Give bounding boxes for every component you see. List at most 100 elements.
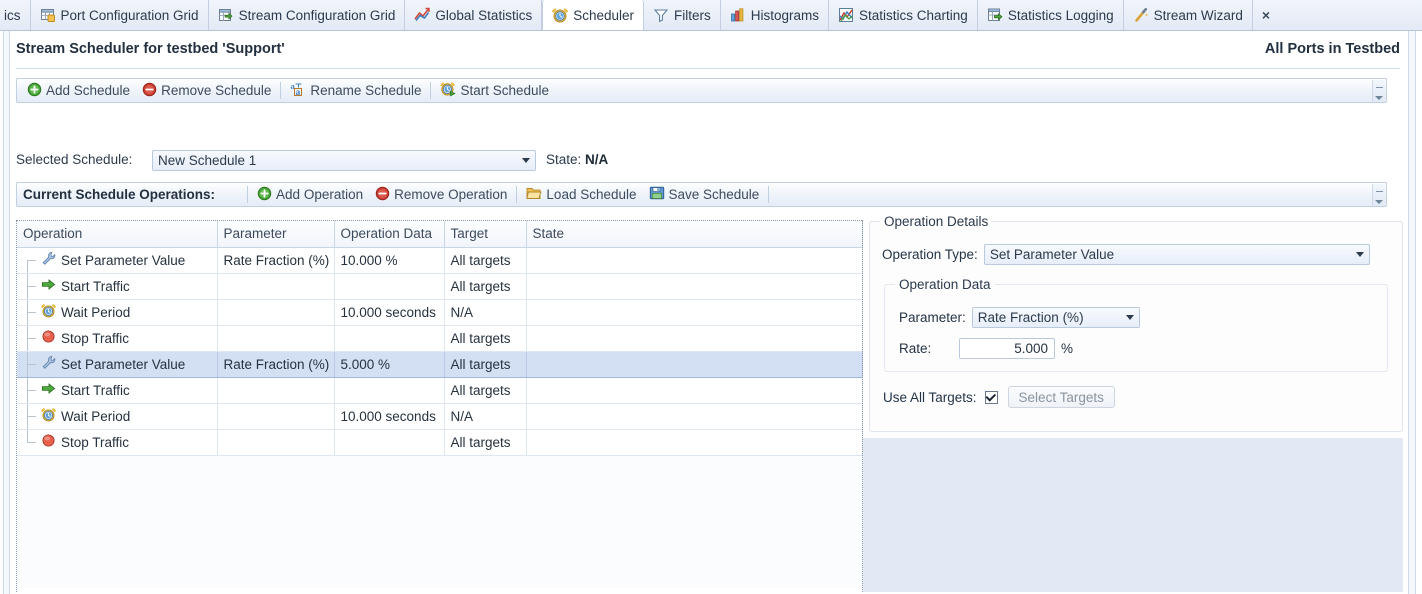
tab-port-configuration-grid[interactable]: Port Configuration Grid <box>31 0 209 30</box>
cell-operation-data[interactable] <box>334 429 445 456</box>
cell-parameter[interactable] <box>217 403 335 430</box>
cell-state[interactable] <box>526 325 863 352</box>
grid-empty-area[interactable] <box>17 455 862 588</box>
tab-label: Scheduler <box>573 7 634 23</box>
cell-state[interactable] <box>526 299 863 326</box>
cell-parameter[interactable] <box>217 377 335 404</box>
remove-operation-button[interactable]: Remove Operation <box>369 184 513 205</box>
tab-partial-statistics[interactable]: ics <box>0 0 31 30</box>
tab-stream-wizard[interactable]: Stream Wizard <box>1124 0 1253 30</box>
cell-operation[interactable]: Wait Period <box>17 299 218 326</box>
chevron-down-icon[interactable] <box>517 158 535 163</box>
plus-circle-green-icon <box>27 82 42 100</box>
cell-target[interactable]: All targets <box>444 350 527 378</box>
cell-operation[interactable]: Start Traffic <box>17 377 218 404</box>
cell-operation-data[interactable]: 5.000 % <box>334 350 445 378</box>
start-schedule-button[interactable]: Start Schedule <box>434 80 555 101</box>
add-operation-button[interactable]: Add Operation <box>251 184 369 205</box>
operation-type-label: Operation Type: <box>882 247 978 262</box>
cell-parameter[interactable] <box>217 429 335 456</box>
cell-operation[interactable]: Start Traffic <box>17 273 218 300</box>
cell-state[interactable] <box>526 273 863 300</box>
schedule-toolbar-overflow-button[interactable] <box>1372 80 1385 102</box>
tab-label: ics <box>4 7 21 23</box>
operation-type-combobox[interactable]: Set Parameter Value <box>983 244 1370 265</box>
cell-state[interactable] <box>526 247 863 274</box>
cell-operation[interactable]: Set Parameter Value <box>17 350 218 378</box>
cell-target[interactable]: All targets <box>444 325 527 352</box>
page-subtitle: All Ports in Testbed <box>1264 41 1400 57</box>
red-circle-icon <box>41 433 56 451</box>
cell-parameter[interactable] <box>217 325 335 352</box>
tab-stream-configuration-grid[interactable]: Stream Configuration Grid <box>209 0 406 30</box>
cell-parameter[interactable] <box>217 299 335 326</box>
table-row-selected[interactable]: Set Parameter Value Rate Fraction (%) 5.… <box>17 350 863 378</box>
tree-elbow <box>27 377 41 402</box>
tab-global-statistics[interactable]: Global Statistics <box>405 0 543 30</box>
cell-operation-data[interactable] <box>334 273 445 300</box>
cell-operation[interactable]: Stop Traffic <box>17 325 218 352</box>
table-row[interactable]: Wait Period 10.000 seconds N/A <box>17 403 863 430</box>
operations-grid[interactable]: Operation Parameter Operation Data Targe… <box>16 220 863 592</box>
cell-state[interactable] <box>526 377 863 404</box>
wrench-icon <box>41 355 56 373</box>
schedule-state-value: N/A <box>585 152 609 167</box>
rate-row: Rate: 5.000 % <box>899 338 1073 359</box>
cell-parameter[interactable]: Rate Fraction (%) <box>217 247 335 274</box>
column-header-target[interactable]: Target <box>444 221 527 248</box>
cell-operation[interactable]: Wait Period <box>17 403 218 430</box>
table-row[interactable]: Start Traffic All targets <box>17 377 863 404</box>
remove-schedule-button[interactable]: Remove Schedule <box>136 80 277 101</box>
selected-schedule-combobox[interactable]: New Schedule 1 <box>152 150 536 171</box>
table-row[interactable]: Wait Period 10.000 seconds N/A <box>17 299 863 326</box>
cell-operation-data[interactable] <box>334 377 445 404</box>
cell-operation-data[interactable]: 10.000 seconds <box>334 299 445 326</box>
tab-filters[interactable]: Filters <box>644 0 721 30</box>
cell-parameter[interactable]: Rate Fraction (%) <box>217 350 335 378</box>
log-icon <box>987 7 1003 23</box>
cell-state[interactable] <box>526 403 863 430</box>
select-targets-button[interactable]: Select Targets <box>1007 386 1115 408</box>
table-row[interactable]: Start Traffic All targets <box>17 273 863 300</box>
cell-target[interactable]: All targets <box>444 247 527 274</box>
cell-operation-data[interactable] <box>334 325 445 352</box>
operations-toolbar-overflow-button[interactable] <box>1372 184 1385 206</box>
cell-target[interactable]: All targets <box>444 377 527 404</box>
table-header-row: Operation Parameter Operation Data Targe… <box>17 221 863 248</box>
column-header-operation-data[interactable]: Operation Data <box>334 221 445 248</box>
table-row[interactable]: Stop Traffic All targets <box>17 325 863 352</box>
load-schedule-button[interactable]: Load Schedule <box>520 184 642 205</box>
cell-target[interactable]: N/A <box>444 299 527 326</box>
cell-target[interactable]: N/A <box>444 403 527 430</box>
close-tab-icon[interactable]: × <box>1253 0 1279 30</box>
cell-target[interactable]: All targets <box>444 429 527 456</box>
green-arrow-icon <box>41 381 56 399</box>
cell-target[interactable]: All targets <box>444 273 527 300</box>
cell-operation-data[interactable]: 10.000 % <box>334 247 445 274</box>
table-row[interactable]: Set Parameter Value Rate Fraction (%) 10… <box>17 247 863 274</box>
cell-operation-data[interactable]: 10.000 seconds <box>334 403 445 430</box>
tab-histograms[interactable]: Histograms <box>721 0 830 30</box>
cell-state[interactable] <box>526 350 863 378</box>
cell-state[interactable] <box>526 429 863 456</box>
rename-schedule-button[interactable]: a a Rename Schedule <box>284 80 427 101</box>
alarm-clock-icon <box>41 407 56 425</box>
operation-details-title: Operation Details <box>880 214 993 229</box>
column-header-operation[interactable]: Operation <box>17 221 218 248</box>
tab-statistics-charting[interactable]: Statistics Charting <box>829 0 978 30</box>
add-schedule-button[interactable]: Add Schedule <box>21 80 136 101</box>
column-header-state[interactable]: State <box>526 221 863 248</box>
save-schedule-button[interactable]: Save Schedule <box>643 184 766 205</box>
tab-statistics-logging[interactable]: Statistics Logging <box>978 0 1124 30</box>
cell-operation[interactable]: Set Parameter Value <box>17 247 218 274</box>
chevron-down-icon[interactable] <box>1351 252 1369 257</box>
use-all-targets-checkbox[interactable] <box>984 390 998 404</box>
column-header-parameter[interactable]: Parameter <box>217 221 335 248</box>
parameter-combobox[interactable]: Rate Fraction (%) <box>971 307 1140 328</box>
tab-scheduler[interactable]: Scheduler <box>542 0 644 30</box>
cell-operation[interactable]: Stop Traffic <box>17 429 218 456</box>
chevron-down-icon[interactable] <box>1121 315 1139 320</box>
table-row[interactable]: Stop Traffic All targets <box>17 429 863 456</box>
cell-parameter[interactable] <box>217 273 335 300</box>
rate-input[interactable]: 5.000 <box>959 338 1055 359</box>
